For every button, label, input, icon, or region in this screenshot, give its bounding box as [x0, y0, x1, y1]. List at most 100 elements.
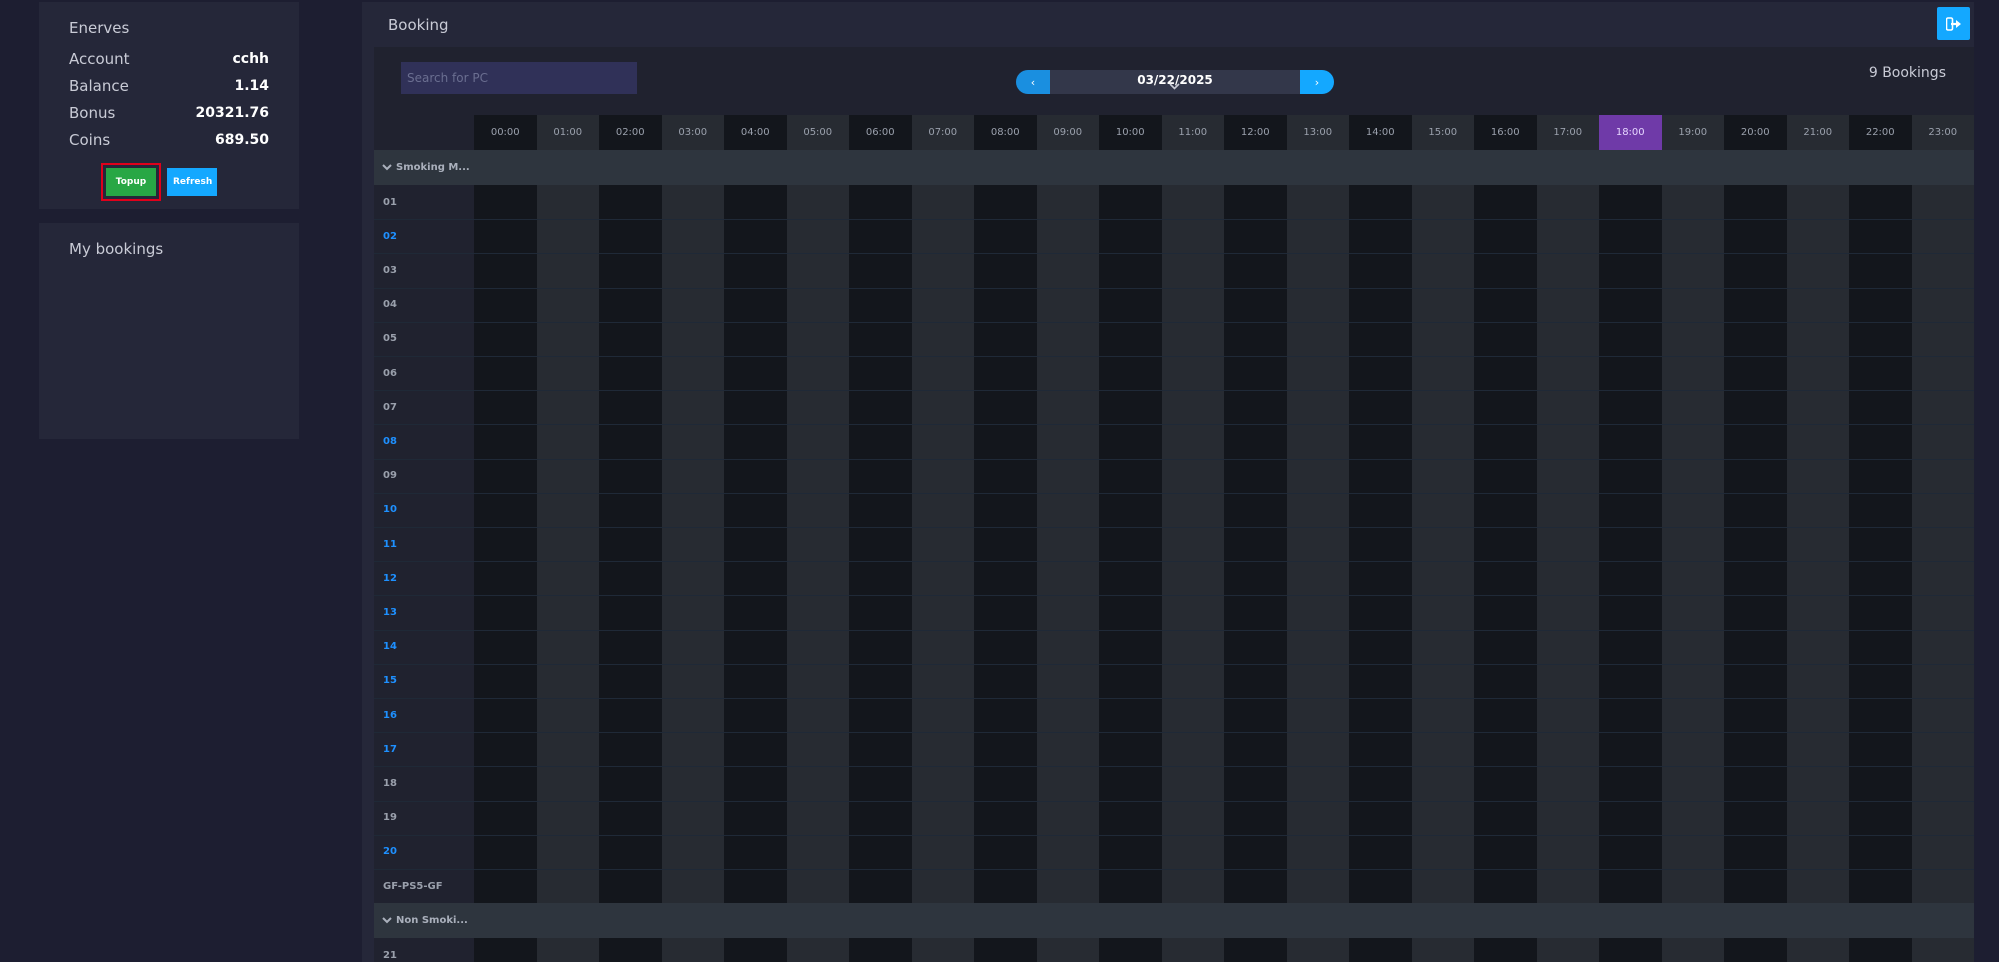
booking-schedule-grid: 00:00 01:00 02:00 03:00 04:00 05:00 06:00 07:00… [374, 115, 1974, 962]
hour-header: 15:00 [1411, 115, 1474, 150]
refresh-button[interactable]: Refresh [167, 168, 217, 196]
pc-label[interactable]: 12 [383, 561, 397, 595]
pc-label[interactable]: 20 [383, 835, 397, 869]
search-pc-input[interactable] [401, 62, 637, 94]
hour-column[interactable] [1724, 150, 1787, 962]
hour-header: 00:00 [474, 115, 537, 150]
row-divider [374, 630, 1974, 631]
pc-group-name: Smoking M... [396, 162, 470, 173]
hour-header: 20:00 [1724, 115, 1787, 150]
row-divider [374, 801, 1974, 802]
hour-column[interactable] [1411, 150, 1474, 962]
account-card: Enerves Account cchh Balance 1.14 Bonus … [39, 2, 299, 209]
pc-label[interactable]: 05 [383, 322, 397, 356]
hour-column[interactable] [786, 150, 849, 962]
next-date-button[interactable]: › [1300, 70, 1334, 94]
hour-column[interactable] [1661, 150, 1724, 962]
row-divider [374, 219, 1974, 220]
pc-label[interactable]: 16 [383, 698, 397, 732]
pc-label[interactable]: 03 [383, 253, 397, 287]
pc-label[interactable]: 15 [383, 664, 397, 698]
current-hour-header: 18:00 [1599, 115, 1662, 150]
hour-header: 01:00 [536, 115, 599, 150]
bookings-count: 9 Bookings [1868, 65, 1946, 81]
pc-label[interactable]: 18 [383, 766, 397, 800]
logout-icon [1945, 16, 1961, 31]
row-divider [374, 253, 1974, 254]
hour-column[interactable] [1911, 150, 1974, 962]
hour-column[interactable] [474, 150, 537, 962]
my-bookings-card: My bookings [39, 223, 299, 439]
pc-label[interactable]: 02 [383, 219, 397, 253]
hour-column[interactable] [849, 150, 912, 962]
row-divider [374, 288, 1974, 289]
pc-label[interactable]: 07 [383, 390, 397, 424]
pc-label[interactable]: 13 [383, 595, 397, 629]
pc-label[interactable]: 21 [383, 938, 397, 962]
row-divider [374, 698, 1974, 699]
coins-row: Coins 689.50 [69, 126, 269, 153]
pc-label[interactable]: 11 [383, 527, 397, 561]
pc-label[interactable]: 09 [383, 459, 397, 493]
hour-column[interactable] [1786, 150, 1849, 962]
row-divider [374, 493, 1974, 494]
hour-column[interactable] [1161, 150, 1224, 962]
hour-header: 16:00 [1474, 115, 1537, 150]
chevron-down-icon [382, 917, 392, 924]
pc-label[interactable]: 17 [383, 732, 397, 766]
pc-label[interactable]: GF-PS5-GF [383, 869, 443, 903]
pc-group-header[interactable]: Smoking M... [374, 150, 1974, 185]
account-label: Account [69, 49, 130, 68]
prev-date-button[interactable]: ‹ [1016, 70, 1050, 94]
pc-label[interactable]: 04 [383, 288, 397, 322]
hour-column[interactable] [1036, 150, 1099, 962]
row-divider [374, 732, 1974, 733]
hour-header: 11:00 [1161, 115, 1224, 150]
hour-column[interactable] [1349, 150, 1412, 962]
chevron-down-icon [382, 164, 392, 171]
hour-header: 13:00 [1286, 115, 1349, 150]
hour-column[interactable] [1849, 150, 1912, 962]
hour-header: 02:00 [599, 115, 662, 150]
hour-column[interactable] [974, 150, 1037, 962]
pc-group-header[interactable]: Non Smoki... [374, 903, 1974, 939]
hours-header: 00:00 01:00 02:00 03:00 04:00 05:00 06:00 07:00… [374, 115, 1974, 150]
hour-column[interactable] [1286, 150, 1349, 962]
page-title: Booking [388, 16, 449, 34]
row-divider [374, 390, 1974, 391]
chevron-down-icon[interactable] [1169, 83, 1180, 90]
hour-column[interactable] [1599, 150, 1662, 962]
hour-column[interactable] [1224, 150, 1287, 962]
hour-column[interactable] [724, 150, 787, 962]
hour-header: 17:00 [1536, 115, 1599, 150]
row-divider [374, 869, 1974, 870]
pc-label[interactable]: 14 [383, 630, 397, 664]
date-navigator: ‹ 03/22/2025 › [1016, 70, 1334, 94]
topup-button[interactable]: Topup [106, 168, 156, 196]
hour-column[interactable] [599, 150, 662, 962]
topup-highlight: Topup [101, 163, 161, 201]
pc-label[interactable]: 06 [383, 356, 397, 390]
booking-header: Booking [362, 2, 1974, 47]
row-divider [374, 835, 1974, 836]
balance-label: Balance [69, 76, 129, 95]
hour-column[interactable] [1536, 150, 1599, 962]
hour-header: 10:00 [1099, 115, 1162, 150]
hour-header: 06:00 [849, 115, 912, 150]
row-divider [374, 527, 1974, 528]
pc-label[interactable]: 08 [383, 424, 397, 458]
hour-header: 14:00 [1349, 115, 1412, 150]
row-divider [374, 595, 1974, 596]
hour-column[interactable] [1099, 150, 1162, 962]
logout-button[interactable] [1937, 7, 1970, 40]
pc-label[interactable]: 19 [383, 801, 397, 835]
pc-label[interactable]: 10 [383, 493, 397, 527]
hour-column[interactable] [536, 150, 599, 962]
hour-column[interactable] [1474, 150, 1537, 962]
hour-column[interactable] [661, 150, 724, 962]
row-divider [374, 322, 1974, 323]
account-row: Account cchh [69, 45, 269, 72]
pc-label[interactable]: 01 [383, 185, 397, 219]
bonus-row: Bonus 20321.76 [69, 99, 269, 126]
hour-column[interactable] [911, 150, 974, 962]
